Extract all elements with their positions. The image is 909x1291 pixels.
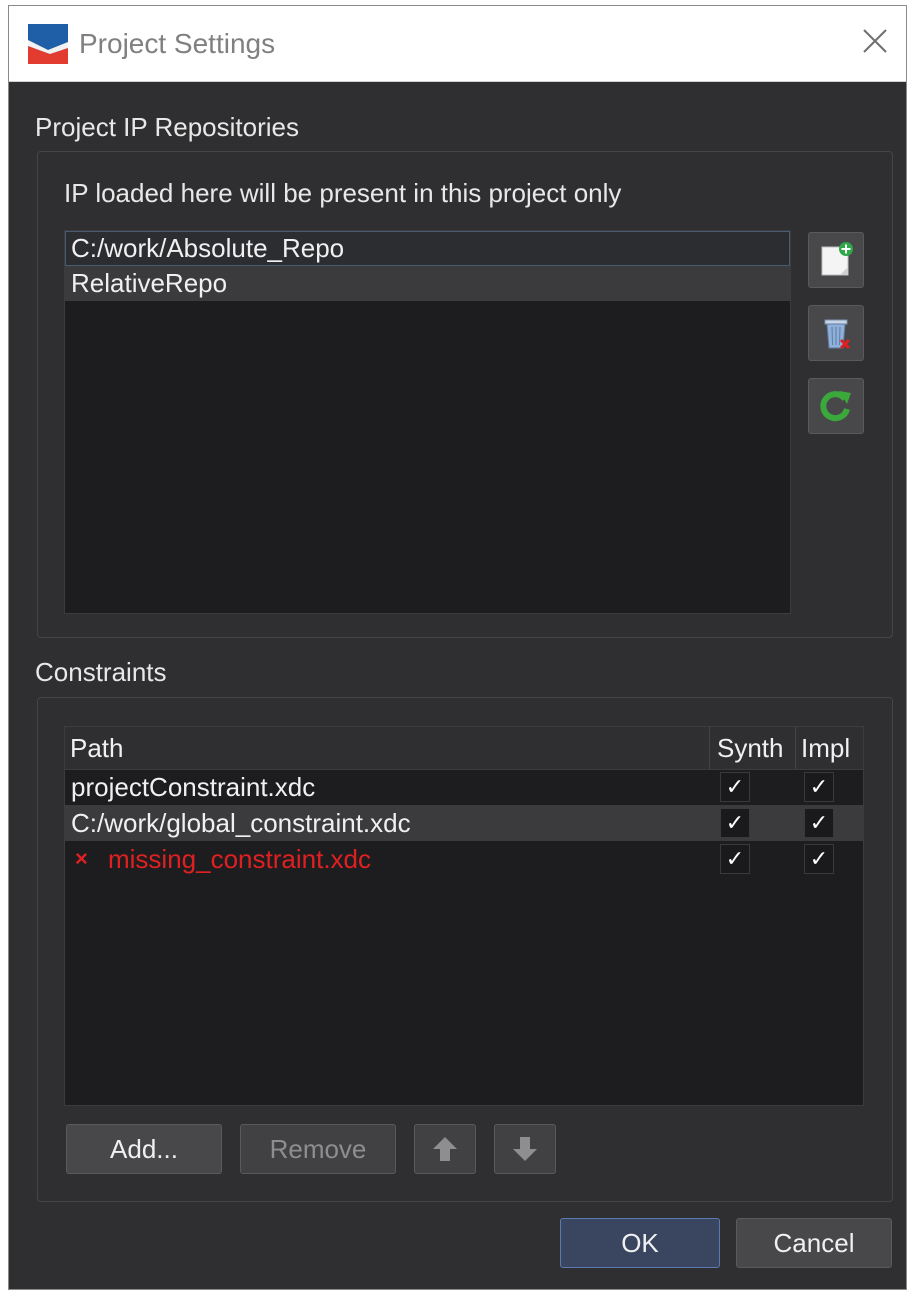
table-row[interactable]: projectConstraint.xdc ✓ ✓ xyxy=(65,769,863,805)
constraints-heading: Constraints xyxy=(35,657,167,687)
ip-repositories-heading: Project IP Repositories xyxy=(35,112,299,142)
ip-repository-item[interactable]: C:/work/Absolute_Repo xyxy=(65,231,790,266)
app-logo-icon xyxy=(28,24,68,64)
constraints-group: Path Synth Impl projectConstraint.xdc ✓ … xyxy=(37,697,893,1202)
arrow-up-icon xyxy=(433,1137,457,1161)
refresh-repository-button[interactable] xyxy=(808,378,864,434)
remove-repository-button[interactable] xyxy=(808,305,864,361)
impl-checkbox[interactable]: ✓ xyxy=(804,844,834,874)
arrow-down-icon xyxy=(513,1137,537,1161)
window-title: Project Settings xyxy=(79,28,276,59)
constraints-table-header: Path Synth Impl xyxy=(65,727,863,770)
error-x-icon: × xyxy=(75,846,88,871)
title-bar: Project Settings xyxy=(9,6,906,82)
project-settings-dialog: Project Settings Project IP Repositories… xyxy=(8,5,907,1290)
cancel-button[interactable]: Cancel xyxy=(736,1218,892,1268)
table-row[interactable]: C:/work/global_constraint.xdc ✓ ✓ xyxy=(65,805,863,841)
column-separator[interactable] xyxy=(795,727,796,769)
add-constraint-button[interactable]: Add... xyxy=(66,1124,222,1174)
new-document-plus-icon xyxy=(821,242,853,276)
constraints-table[interactable]: Path Synth Impl projectConstraint.xdc ✓ … xyxy=(64,726,864,1106)
impl-checkbox[interactable]: ✓ xyxy=(804,808,834,838)
ip-repository-item[interactable]: RelativeRepo xyxy=(65,266,790,301)
constraint-path: C:/work/global_constraint.xdc xyxy=(71,808,411,838)
remove-constraint-button[interactable]: Remove xyxy=(240,1124,396,1174)
constraint-path: projectConstraint.xdc xyxy=(71,772,316,802)
ok-button[interactable]: OK xyxy=(560,1218,720,1268)
table-row[interactable]: × missing_constraint.xdc ✓ ✓ xyxy=(65,841,863,877)
synth-checkbox[interactable]: ✓ xyxy=(720,772,750,802)
close-icon[interactable] xyxy=(860,26,890,56)
refresh-icon xyxy=(820,391,851,422)
column-header-impl[interactable]: Impl xyxy=(801,727,850,769)
constraint-path: missing_constraint.xdc xyxy=(108,844,371,874)
column-header-path[interactable]: Path xyxy=(70,727,124,769)
ip-repositories-group: IP loaded here will be present in this p… xyxy=(37,151,893,638)
column-separator[interactable] xyxy=(709,727,710,769)
ip-repositories-description: IP loaded here will be present in this p… xyxy=(64,178,622,208)
synth-checkbox[interactable]: ✓ xyxy=(720,844,750,874)
ip-repository-list[interactable]: C:/work/Absolute_Repo RelativeRepo xyxy=(64,230,791,614)
trash-icon xyxy=(824,319,851,350)
move-up-button[interactable] xyxy=(414,1124,476,1174)
move-down-button[interactable] xyxy=(494,1124,556,1174)
impl-checkbox[interactable]: ✓ xyxy=(804,772,834,802)
column-header-synth[interactable]: Synth xyxy=(717,727,784,769)
synth-checkbox[interactable]: ✓ xyxy=(720,808,750,838)
ip-repository-label: RelativeRepo xyxy=(71,268,228,298)
add-repository-button[interactable] xyxy=(808,232,864,288)
ip-repository-label: C:/work/Absolute_Repo xyxy=(71,233,345,263)
